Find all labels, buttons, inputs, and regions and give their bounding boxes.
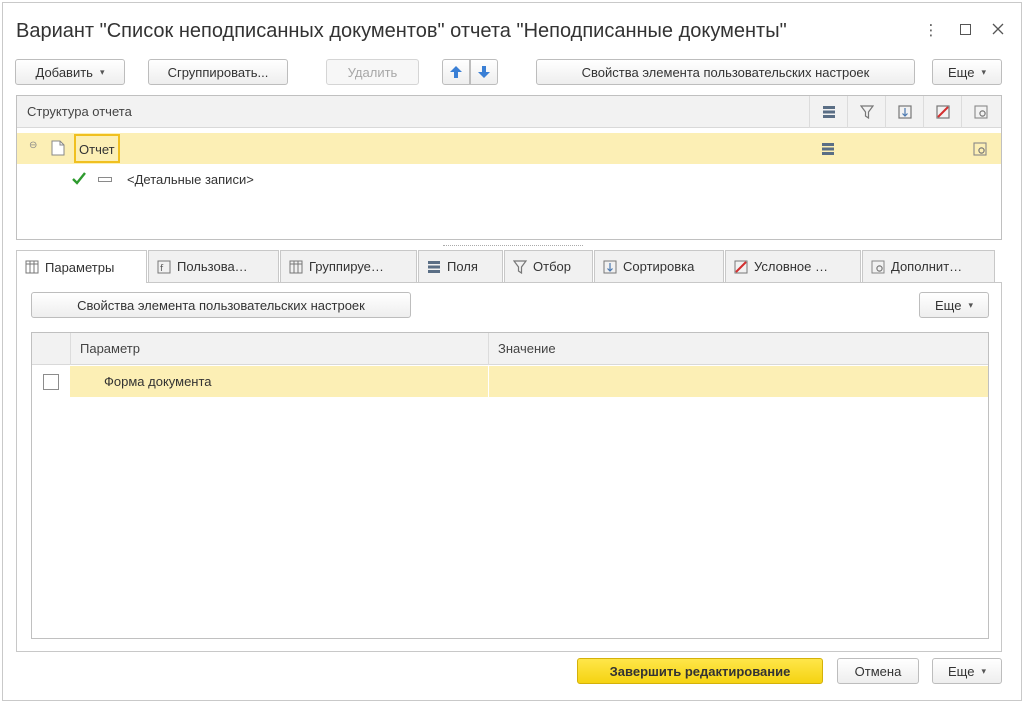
column-header-param: Параметр [80, 341, 140, 356]
column-header-value: Значение [498, 341, 556, 356]
tab-label: Пользова… [177, 259, 248, 274]
other-settings-icon [961, 133, 999, 164]
user-fields-icon: f [157, 260, 171, 274]
tab-label: Поля [447, 259, 478, 274]
tab-label: Дополнит… [891, 259, 963, 274]
tab-label: Условное … [754, 259, 829, 274]
parameters-table: Параметр Значение Форма документа [31, 332, 989, 639]
cancel-button-label: Отмена [854, 663, 902, 679]
chevron-down-icon: ▾ [981, 665, 986, 676]
document-icon [51, 140, 65, 159]
arrow-down-icon [478, 66, 490, 78]
collapse-icon[interactable]: ⊖ [29, 140, 37, 151]
tab-filter[interactable]: Отбор [504, 250, 593, 282]
structure-panel: Структура отчета ⊖ Отчет <Детальные запи… [16, 95, 1002, 240]
structure-row-report[interactable]: ⊖ Отчет [17, 133, 1001, 164]
structure-row-details[interactable]: <Детальные записи> [17, 166, 1001, 194]
detail-records-icon [98, 177, 112, 182]
more-button-label: Еще [948, 64, 975, 80]
chevron-down-icon: ▾ [981, 66, 986, 77]
tab-user-fields[interactable]: f Пользова… [148, 250, 279, 282]
tab-label: Отбор [533, 259, 571, 274]
param-properties-button[interactable]: Свойства элемента пользовательских настр… [31, 292, 411, 318]
more-button[interactable]: Еще ▾ [932, 59, 1002, 85]
cancel-button[interactable]: Отмена [837, 658, 919, 684]
param-use-checkbox[interactable] [43, 373, 59, 390]
close-icon[interactable] [988, 21, 1008, 41]
conditional-format-icon [923, 96, 961, 128]
param-name: Форма документа [104, 374, 212, 389]
splitter[interactable] [443, 245, 583, 246]
grouping-icon [289, 260, 303, 274]
chevron-down-icon: ▾ [968, 299, 973, 310]
fields-icon [809, 133, 847, 164]
structure-row-label: <Детальные записи> [127, 172, 254, 187]
more-vertical-icon[interactable]: ⋮ [921, 21, 941, 41]
group-button-label: Сгруппировать... [167, 64, 269, 80]
tab-other-settings[interactable]: Дополнит… [862, 250, 995, 282]
fields-icon [809, 96, 847, 128]
window-title: Вариант "Список неподписанных документов… [16, 20, 787, 42]
add-button-label: Добавить [35, 64, 93, 80]
add-button[interactable]: Добавить ▾ [15, 59, 125, 85]
maximize-icon[interactable] [955, 21, 975, 41]
parameters-table-header: Параметр Значение [32, 333, 988, 365]
tab-parameters[interactable]: Параметры [16, 250, 147, 283]
tab-fields[interactable]: Поля [418, 250, 503, 282]
other-settings-icon [871, 260, 885, 274]
move-up-button[interactable] [442, 59, 470, 85]
parameters-icon [25, 260, 39, 274]
param-more-button[interactable]: Еще ▾ [919, 292, 989, 318]
table-row[interactable]: Форма документа [32, 366, 988, 397]
dialog-window: Вариант "Список неподписанных документов… [2, 2, 1022, 701]
filter-icon [847, 96, 885, 128]
other-settings-icon [961, 96, 999, 128]
structure-header-label: Структура отчета [27, 104, 132, 119]
finish-editing-button[interactable]: Завершить редактирование [577, 658, 823, 684]
properties-button[interactable]: Свойства элемента пользовательских настр… [536, 59, 915, 85]
param-properties-label: Свойства элемента пользовательских настр… [77, 297, 365, 313]
structure-row-label: Отчет [74, 134, 120, 163]
filter-icon [513, 259, 527, 274]
arrow-up-icon [450, 66, 462, 78]
delete-button[interactable]: Удалить [326, 59, 419, 85]
sort-icon [603, 260, 617, 274]
chevron-down-icon: ▾ [99, 66, 105, 77]
tab-sort[interactable]: Сортировка [594, 250, 724, 282]
tab-label: Сортировка [623, 259, 695, 274]
properties-button-label: Свойства элемента пользовательских настр… [581, 64, 870, 80]
fields-icon [427, 260, 441, 274]
tab-content-parameters: Свойства элемента пользовательских настр… [16, 282, 1002, 652]
move-down-button[interactable] [470, 59, 498, 85]
checkmark-icon[interactable] [71, 171, 87, 190]
tab-label: Группируе… [309, 259, 384, 274]
footer-more-button[interactable]: Еще ▾ [932, 658, 1002, 684]
delete-button-label: Удалить [347, 64, 398, 80]
param-more-label: Еще [935, 297, 962, 313]
finish-editing-label: Завершить редактирование [609, 663, 791, 679]
sort-icon [885, 96, 923, 128]
footer-more-label: Еще [948, 663, 975, 679]
group-button[interactable]: Сгруппировать... [148, 59, 288, 85]
structure-header: Структура отчета [17, 96, 1001, 128]
conditional-format-icon [734, 260, 748, 274]
tab-grouping[interactable]: Группируе… [280, 250, 417, 282]
tab-conditional-format[interactable]: Условное … [725, 250, 861, 282]
tab-label: Параметры [45, 259, 115, 275]
